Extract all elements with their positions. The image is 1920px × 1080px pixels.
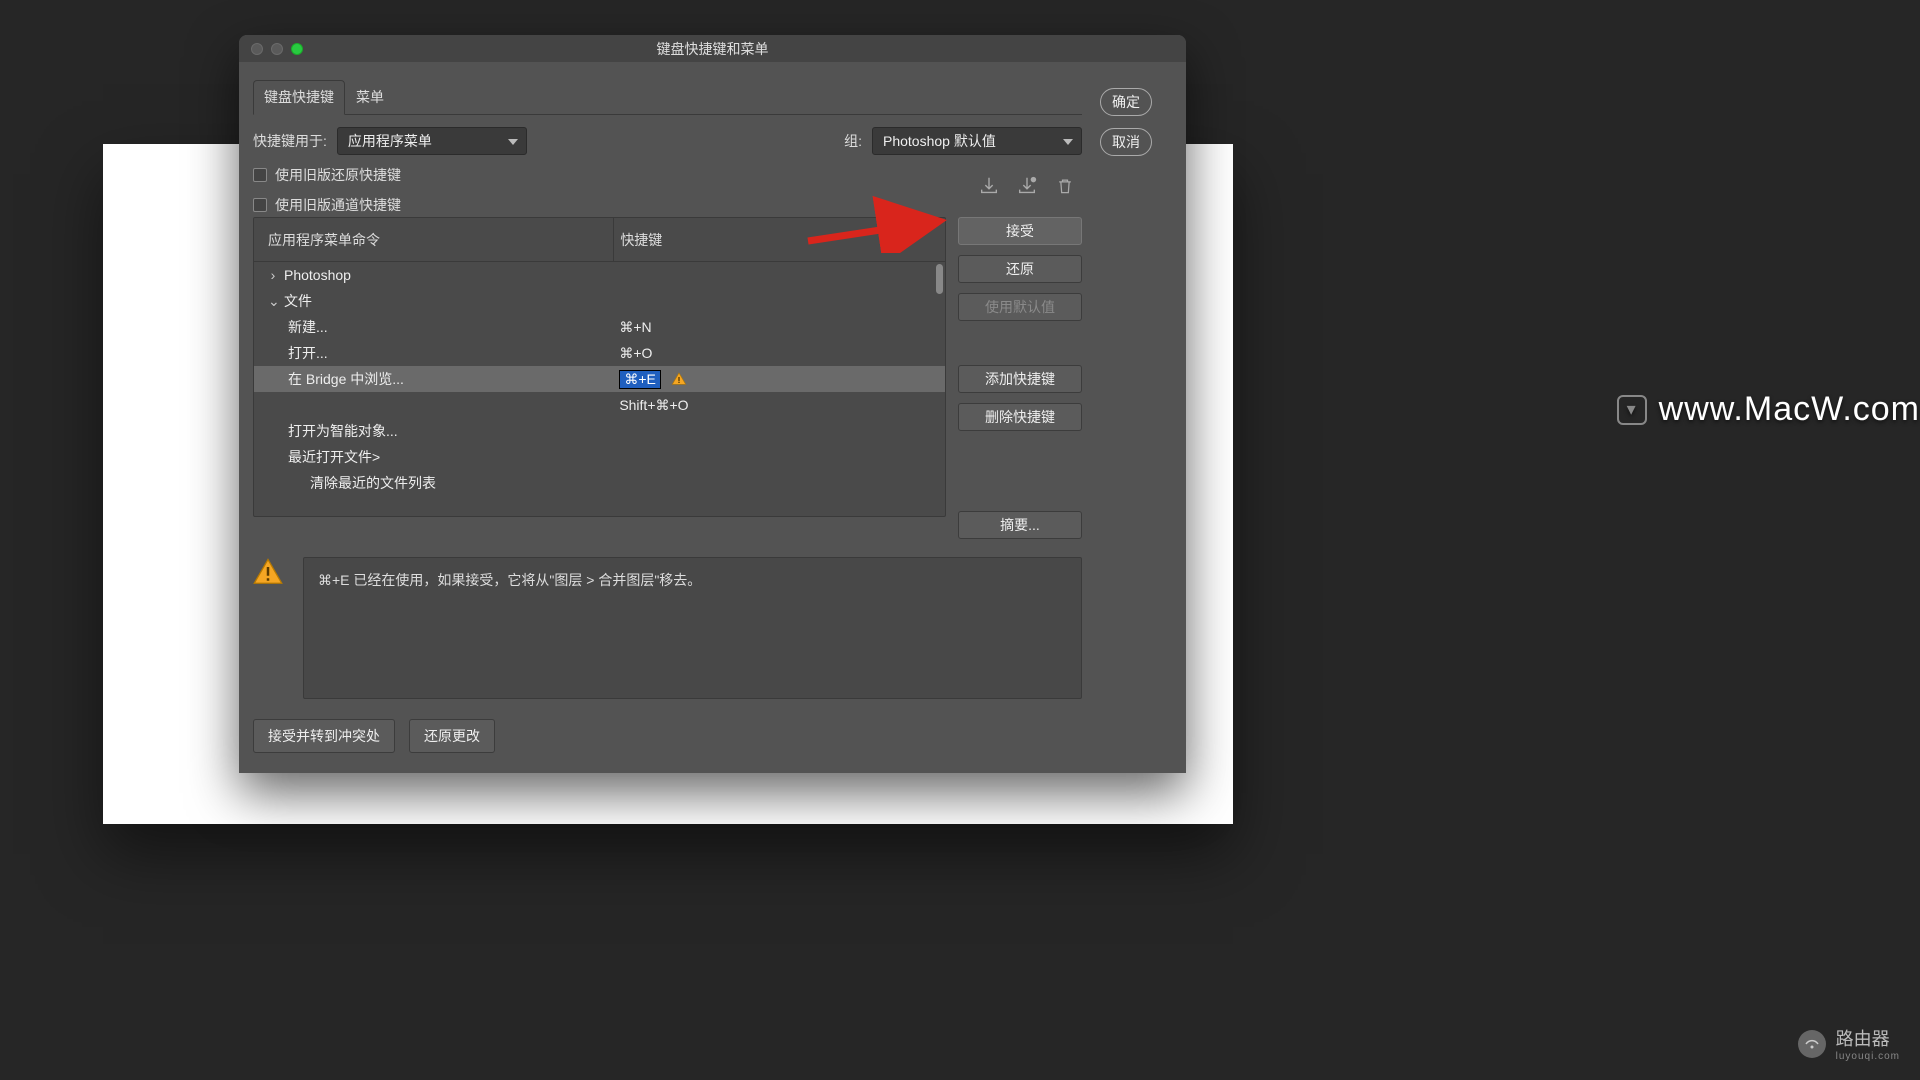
row-label: 新建... bbox=[288, 317, 328, 337]
undo-changes-button[interactable]: 还原更改 bbox=[409, 719, 495, 753]
tab-shortcuts[interactable]: 键盘快捷键 bbox=[253, 80, 345, 115]
table-row-selected[interactable]: 在 Bridge 中浏览... ⌘+E bbox=[254, 366, 945, 392]
router-subtext: luyouqi.com bbox=[1836, 1051, 1900, 1062]
shortcut-table: 应用程序菜单命令 快捷键 › Photoshop ⌄ 文件 bbox=[253, 217, 946, 517]
table-row[interactable]: 打开... ⌘+O bbox=[254, 340, 945, 366]
row-label: 文件 bbox=[284, 291, 312, 311]
group-select[interactable]: Photoshop 默认值 bbox=[872, 127, 1082, 155]
warning-icon bbox=[253, 557, 283, 587]
window-title: 键盘快捷键和菜单 bbox=[239, 39, 1186, 59]
table-row[interactable]: › Photoshop bbox=[254, 262, 945, 288]
shortcuts-for-label: 快捷键用于: bbox=[253, 131, 327, 151]
chevron-down-icon: ⌄ bbox=[268, 293, 278, 310]
accept-button[interactable]: 接受 bbox=[958, 217, 1082, 245]
use-default-button[interactable]: 使用默认值 bbox=[958, 293, 1082, 321]
conflict-message: ⌘+E 已经在使用，如果接受，它将从"图层 > 合并图层"移去。 bbox=[303, 557, 1082, 699]
row-shortcut: Shift+⌘+O bbox=[619, 397, 688, 414]
row-label: 清除最近的文件列表 bbox=[310, 473, 436, 493]
watermark-text: www.MacW.com bbox=[1659, 390, 1920, 429]
router-logo: 路由器 luyouqi.com bbox=[1798, 1025, 1900, 1062]
legacy-channel-checkbox[interactable] bbox=[253, 198, 267, 212]
add-shortcut-button[interactable]: 添加快捷键 bbox=[958, 365, 1082, 393]
trash-icon[interactable] bbox=[1054, 175, 1076, 197]
table-row[interactable]: 最近打开文件> bbox=[254, 444, 945, 470]
scrollbar-thumb[interactable] bbox=[936, 264, 943, 294]
row-label: 打开... bbox=[288, 343, 328, 363]
group-label: 组: bbox=[844, 131, 862, 151]
tab-menus[interactable]: 菜单 bbox=[345, 80, 395, 114]
router-text: 路由器 bbox=[1836, 1029, 1890, 1049]
table-body[interactable]: › Photoshop ⌄ 文件 新建... ⌘+N 打开... bbox=[254, 262, 945, 516]
table-row[interactable]: ⌄ 文件 bbox=[254, 288, 945, 314]
titlebar[interactable]: 键盘快捷键和菜单 bbox=[239, 35, 1186, 62]
watermark-logo-icon: ▾ bbox=[1617, 395, 1647, 425]
row-label: 打开为智能对象... bbox=[288, 421, 398, 441]
table-row[interactable]: 新建... ⌘+N bbox=[254, 314, 945, 340]
row-shortcut: ⌘+O bbox=[619, 345, 652, 362]
table-row[interactable]: 清除最近的文件列表 bbox=[254, 470, 945, 496]
row-shortcut: ⌘+N bbox=[619, 319, 651, 336]
col-shortcut: 快捷键 bbox=[613, 218, 945, 261]
row-label: Photoshop bbox=[284, 267, 351, 283]
ok-button[interactable]: 确定 bbox=[1100, 88, 1152, 116]
col-command: 应用程序菜单命令 bbox=[254, 230, 613, 250]
restore-button[interactable]: 还原 bbox=[958, 255, 1082, 283]
summary-button[interactable]: 摘要... bbox=[958, 511, 1082, 539]
save-set-as-icon[interactable] bbox=[1016, 175, 1038, 197]
router-icon bbox=[1798, 1030, 1826, 1058]
shortcuts-for-select[interactable]: 应用程序菜单 bbox=[337, 127, 527, 155]
delete-shortcut-button[interactable]: 删除快捷键 bbox=[958, 403, 1082, 431]
shortcut-edit-field[interactable]: ⌘+E bbox=[619, 370, 661, 389]
chevron-right-icon: › bbox=[268, 267, 278, 283]
watermark: ▾ www.MacW.com bbox=[1617, 390, 1920, 429]
row-label: 最近打开文件> bbox=[288, 447, 380, 467]
save-set-icon[interactable] bbox=[978, 175, 1000, 197]
table-row[interactable]: Shift+⌘+O bbox=[254, 392, 945, 418]
accept-goto-conflict-button[interactable]: 接受并转到冲突处 bbox=[253, 719, 395, 753]
shortcuts-dialog: 键盘快捷键和菜单 键盘快捷键 菜单 快捷键用于: 应用程序菜单 组: Photo… bbox=[239, 35, 1186, 773]
shortcuts-for-value: 应用程序菜单 bbox=[348, 131, 432, 151]
table-row[interactable]: 打开为智能对象... bbox=[254, 418, 945, 444]
group-value: Photoshop 默认值 bbox=[883, 131, 996, 151]
dialog-tabs: 键盘快捷键 菜单 bbox=[253, 80, 1082, 115]
legacy-channel-label: 使用旧版通道快捷键 bbox=[275, 195, 401, 215]
warning-icon bbox=[671, 371, 687, 387]
row-label: 在 Bridge 中浏览... bbox=[288, 369, 404, 389]
cancel-button[interactable]: 取消 bbox=[1100, 128, 1152, 156]
